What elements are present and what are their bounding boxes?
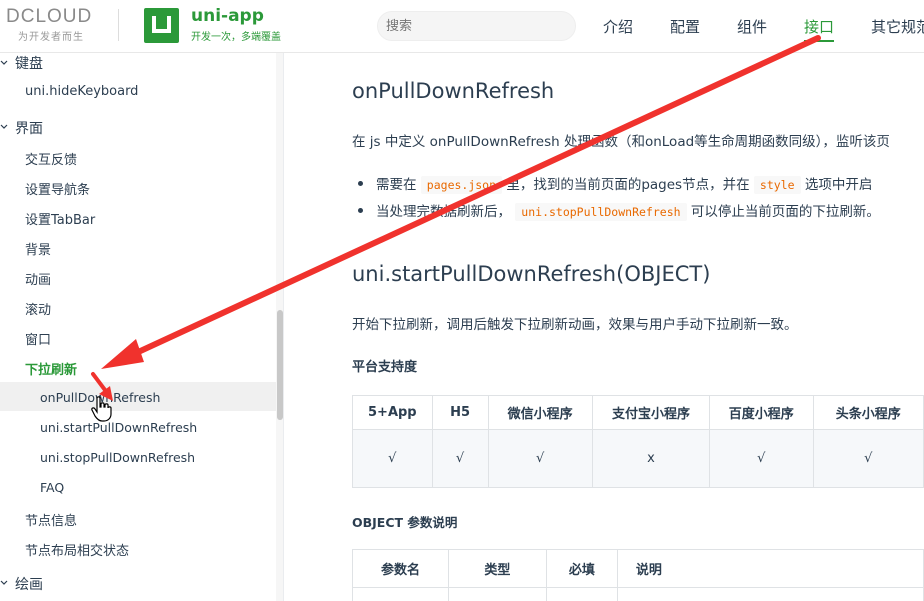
search-input[interactable]	[377, 11, 576, 41]
app-tagline: 开发一次，多端覆盖	[191, 32, 281, 43]
hand-cursor-icon	[91, 396, 112, 422]
sidebar-subitem-start-pull-down-refresh[interactable]: uni.startPullDownRefresh	[40, 420, 197, 435]
sidebar-group-keyboard[interactable]: 键盘	[15, 53, 43, 73]
table-header-row: 参数名 类型 必填 说明	[352, 549, 924, 588]
heading-on-pull-down-refresh: onPullDownRefresh	[352, 79, 555, 103]
sidebar: 键盘 uni.hideKeyboard 界面 交互反馈 设置导航条 设置TabB…	[0, 53, 284, 601]
table-header-cell: 头条小程序	[812, 395, 924, 430]
sidebar-item-intersection[interactable]: 节点布局相交状态	[25, 540, 129, 559]
table-cell: √	[352, 429, 433, 488]
top-header: DCLOUD 为开发者而生 uni-app 开发一次，多端覆盖 介绍 配置 组件…	[0, 0, 924, 53]
platform-support-table: 5+App H5 微信小程序 支付宝小程序 百度小程序 头条小程序 √ √ √ …	[352, 395, 924, 488]
bullet-1-text-post: 选项中开启	[804, 177, 873, 193]
platform-support-title: 平台支持度	[352, 360, 418, 375]
bullet-2-text: 当处理完数据刷新后，	[376, 204, 511, 220]
heading-start-pull-down-refresh: uni.startPullDownRefresh(OBJECT)	[352, 262, 711, 286]
bullet-item-2: 当处理完数据刷新后， uni.stopPullDownRefresh 可以停止当…	[376, 200, 880, 221]
uni-app-logo-icon[interactable]	[144, 8, 179, 43]
app-name[interactable]: uni-app	[191, 6, 264, 26]
sidebar-subitem-stop-pull-down-refresh[interactable]: uni.stopPullDownRefresh	[40, 450, 195, 465]
sidebar-item-background[interactable]: 背景	[25, 239, 51, 258]
dcloud-logo-text: DCLOUD	[6, 6, 93, 27]
table-header-cell: 支付宝小程序	[591, 395, 711, 430]
chevron-down-icon[interactable]	[0, 579, 8, 587]
nav-other-specs[interactable]: 其它规范	[871, 16, 924, 37]
bullet-1-text: 需要在	[376, 177, 417, 193]
bullet-1-text-mid: 里，找到的当前页面的pages节点，并在	[506, 177, 750, 193]
chevron-down-icon[interactable]	[0, 59, 8, 67]
sidebar-scrollbar-thumb[interactable]	[277, 310, 283, 420]
sidebar-item-animation[interactable]: 动画	[25, 269, 51, 288]
dcloud-slogan: 为开发者而生	[18, 32, 84, 43]
table-row	[352, 587, 924, 601]
code-pages-json: pages.json	[420, 176, 503, 194]
table-header-cell: 5+App	[352, 395, 433, 430]
table-cell: √	[709, 429, 814, 488]
table-cell: √	[431, 429, 489, 488]
sidebar-subitem-faq[interactable]: FAQ	[40, 480, 64, 495]
nav-api[interactable]: 接口	[804, 16, 835, 42]
sidebar-item-interaction[interactable]: 交互反馈	[25, 149, 77, 168]
table-header-cell: 参数名	[352, 549, 449, 588]
table-cell: √	[487, 429, 593, 488]
table-header-cell: 必填	[545, 549, 618, 588]
table-header-cell: 百度小程序	[709, 395, 814, 430]
table-header-cell: 说明	[616, 549, 924, 588]
sidebar-item-scroll[interactable]: 滚动	[25, 299, 51, 318]
table-row: √ √ √ x √ √	[352, 429, 924, 488]
sidebar-group-ui[interactable]: 界面	[15, 118, 43, 138]
main-content: onPullDownRefresh 在 js 中定义 onPullDownRef…	[284, 53, 924, 601]
table-header-cell: 类型	[447, 549, 547, 588]
sidebar-item-node-info[interactable]: 节点信息	[25, 510, 77, 529]
table-cell: √	[812, 429, 924, 488]
sidebar-item-window[interactable]: 窗口	[25, 329, 51, 348]
bullet-dot	[358, 208, 363, 213]
bullet-2-text-post: 可以停止当前页面的下拉刷新。	[690, 204, 880, 220]
table-cell	[616, 587, 924, 601]
table-cell: x	[591, 429, 711, 488]
sidebar-item-tabbar[interactable]: 设置TabBar	[25, 209, 95, 228]
chevron-down-icon[interactable]	[0, 123, 8, 131]
object-params-title: OBJECT 参数说明	[352, 515, 458, 530]
table-cell	[352, 587, 449, 601]
nav-config[interactable]: 配置	[670, 16, 700, 37]
sidebar-item-navbar[interactable]: 设置导航条	[25, 179, 90, 198]
object-params-table: 参数名 类型 必填 说明	[352, 549, 924, 601]
bullet-dot	[358, 181, 363, 186]
paragraph-start-pull-down-refresh: 开始下拉刷新，调用后触发下拉刷新动画，效果与用户手动下拉刷新一致。	[352, 317, 798, 333]
table-header-cell: 微信小程序	[487, 395, 593, 430]
table-header-row: 5+App H5 微信小程序 支付宝小程序 百度小程序 头条小程序	[352, 395, 924, 430]
code-stop-pull-down-refresh: uni.stopPullDownRefresh	[515, 203, 687, 221]
nav-components[interactable]: 组件	[737, 16, 767, 37]
sidebar-item-pull-down-refresh[interactable]: 下拉刷新	[25, 359, 77, 378]
paragraph-on-pull-down-refresh: 在 js 中定义 onPullDownRefresh 处理函数（和onLoad等…	[352, 134, 890, 150]
code-style: style	[753, 176, 801, 194]
header-divider	[118, 9, 119, 41]
sidebar-item-hide-keyboard[interactable]: uni.hideKeyboard	[25, 84, 138, 99]
table-header-cell: H5	[431, 395, 489, 430]
dcloud-logo[interactable]: DCLOUD 为开发者而生	[6, 6, 106, 43]
nav-intro[interactable]: 介绍	[603, 16, 633, 37]
table-cell	[545, 587, 618, 601]
bullet-item-1: 需要在 pages.json 里，找到的当前页面的pages节点，并在 styl…	[376, 173, 873, 194]
table-cell	[447, 587, 547, 601]
sidebar-group-draw[interactable]: 绘画	[15, 574, 43, 594]
